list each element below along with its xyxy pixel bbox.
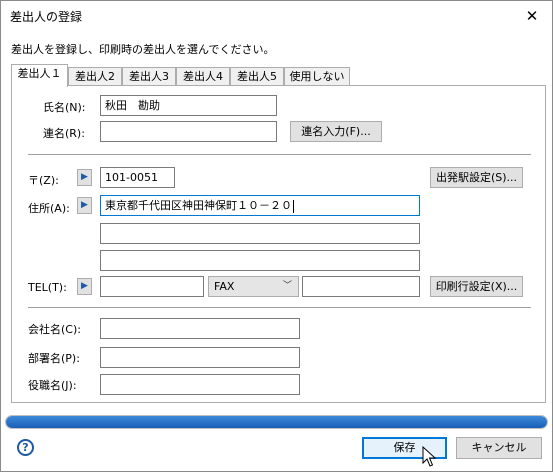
tab-panel: 氏名(N): 秋田 勘助 連名(R): 連名入力(F)... 〒(Z): ▶ 1… [11,85,546,403]
dialog-window: 差出人の登録 ✕ 差出人を登録し、印刷時の差出人を選んでください。 差出人１ 差… [0,0,553,472]
address-line1-text: 東京都千代田区神田神保町１０－２０ [105,199,292,212]
address-label: 住所(A): [28,202,70,215]
joint-name-input-button[interactable]: 連名入力(F)... [290,121,382,142]
origin-station-button[interactable]: 出発駅設定(S)... [430,167,523,188]
tab-sender-1[interactable]: 差出人１ [11,64,68,87]
progress-fill [6,416,547,428]
help-icon[interactable]: ? [17,439,34,456]
department-field[interactable] [100,347,300,368]
name-field[interactable]: 秋田 勘助 [100,95,277,116]
joint-name-label: 連名(R): [43,127,85,140]
instruction-text: 差出人を登録し、印刷時の差出人を選んでください。 [11,43,275,56]
zip-label: 〒(Z): [28,174,59,187]
fax-field[interactable] [302,276,420,297]
tel-label: TEL(T): [28,281,67,294]
name-label: 氏名(N): [43,101,86,114]
window-title: 差出人の登録 [10,10,83,24]
tab-no-sender[interactable]: 使用しない [284,67,350,86]
arrow-right-icon[interactable]: ▶ [77,197,92,214]
fax-select-value: FAX [214,280,235,293]
address-line3-field[interactable] [100,250,420,271]
tab-sender-4[interactable]: 差出人4 [176,67,230,86]
job-title-field[interactable] [100,374,300,395]
job-title-label: 役職名(J): [28,379,77,392]
tab-sender-3[interactable]: 差出人3 [122,67,176,86]
zip-field[interactable]: 101-0051 [100,167,175,188]
mouse-pointer-icon [422,446,437,467]
tab-sender-5[interactable]: 差出人5 [230,67,284,86]
fax-select[interactable]: FAX ﹀ [208,276,299,297]
joint-name-field[interactable] [100,121,277,142]
department-label: 部署名(P): [28,352,80,365]
separator [28,154,531,155]
address-line1-field[interactable]: 東京都千代田区神田神保町１０－２０ [100,195,420,216]
tab-sender-2[interactable]: 差出人2 [68,67,122,86]
print-line-settings-button[interactable]: 印刷行設定(X)... [430,276,523,297]
title-bar: 差出人の登録 ✕ [1,1,552,31]
chevron-down-icon: ﹀ [282,281,292,291]
close-icon[interactable]: ✕ [518,5,546,27]
separator [28,307,531,308]
arrow-right-icon[interactable]: ▶ [77,278,92,295]
arrow-right-icon[interactable]: ▶ [77,169,92,186]
company-field[interactable] [100,318,300,339]
text-caret [293,199,294,213]
tel-field[interactable] [100,276,204,297]
address-line2-field[interactable] [100,223,420,244]
company-label: 会社名(C): [28,323,81,336]
cancel-button[interactable]: キャンセル [456,437,542,459]
progress-bar [5,415,548,429]
